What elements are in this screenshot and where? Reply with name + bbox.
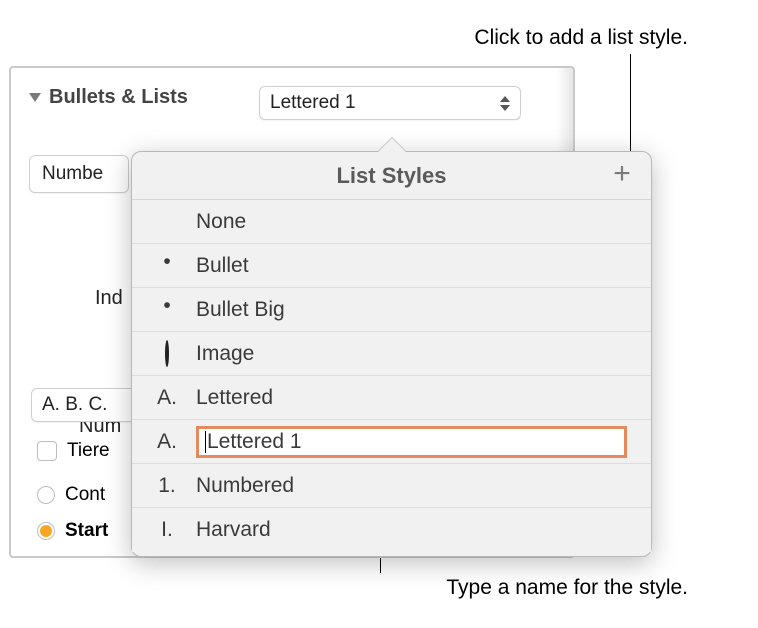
prefix-harvard: I. xyxy=(152,518,182,542)
continue-radio-row[interactable]: Cont xyxy=(37,484,105,506)
start-label: Start xyxy=(65,520,108,542)
list-style-item-harvard[interactable]: I. Harvard xyxy=(132,508,651,552)
chevron-updown-icon xyxy=(500,96,510,111)
list-style-label: Image xyxy=(196,342,254,366)
number-type-dropdown[interactable]: Numbe xyxy=(29,155,129,193)
list-style-label: Bullet Big xyxy=(196,298,285,322)
popover-header: List Styles + xyxy=(132,152,651,200)
abc-format-dropdown[interactable]: A. B. C. xyxy=(31,388,141,422)
radio-selected-icon xyxy=(37,522,55,540)
prefix-lettered: A. xyxy=(152,386,182,410)
indent-label: Ind xyxy=(95,287,123,310)
list-style-label: Lettered xyxy=(196,386,273,410)
list-style-item-numbered[interactable]: 1. Numbered xyxy=(132,464,651,508)
list-styles-list: None • Bullet • Bullet Big Image A. Lett… xyxy=(132,200,651,552)
annotation-top: Click to add a list style. xyxy=(474,26,688,50)
list-style-item-lettered1[interactable]: A. Lettered 1 xyxy=(132,420,651,464)
disclosure-triangle-icon xyxy=(29,93,41,102)
style-name-input[interactable]: Lettered 1 xyxy=(196,426,627,458)
continue-label: Cont xyxy=(65,484,105,506)
abc-format-value: A. B. C. xyxy=(42,394,107,416)
list-styles-popover: List Styles + None • Bullet • Bullet Big… xyxy=(131,151,652,557)
section-title: Bullets & Lists xyxy=(49,86,188,109)
list-style-label: Bullet xyxy=(196,254,249,278)
style-name-input-value: Lettered 1 xyxy=(207,430,302,454)
text-caret-icon xyxy=(205,431,206,453)
number-type-value: Numbe xyxy=(42,163,103,185)
list-style-item-lettered[interactable]: A. Lettered xyxy=(132,376,651,420)
prefix-numbered: 1. xyxy=(152,474,182,498)
start-radio-row[interactable]: Start xyxy=(37,520,108,542)
annotation-bottom: Type a name for the style. xyxy=(446,576,688,600)
list-style-item-bullet-big[interactable]: • Bullet Big xyxy=(132,288,651,332)
popover-title: List Styles xyxy=(336,163,446,189)
radio-icon xyxy=(37,486,55,504)
add-list-style-button[interactable]: + xyxy=(607,160,637,190)
checkbox-icon xyxy=(37,441,57,461)
list-style-label: Harvard xyxy=(196,518,271,542)
list-style-label: Numbered xyxy=(196,474,294,498)
list-style-item-bullet[interactable]: • Bullet xyxy=(132,244,651,288)
tiered-checkbox-row[interactable]: Tiere xyxy=(37,440,110,462)
tiered-label: Tiere xyxy=(67,440,110,462)
list-style-item-none[interactable]: None xyxy=(132,200,651,244)
list-style-item-image[interactable]: Image xyxy=(132,332,651,376)
list-style-label: None xyxy=(196,210,246,234)
list-style-dropdown[interactable]: Lettered 1 xyxy=(259,86,521,120)
list-style-dropdown-value: Lettered 1 xyxy=(270,92,356,114)
prefix-lettered1: A. xyxy=(152,430,182,454)
image-bullet-icon xyxy=(152,342,182,366)
